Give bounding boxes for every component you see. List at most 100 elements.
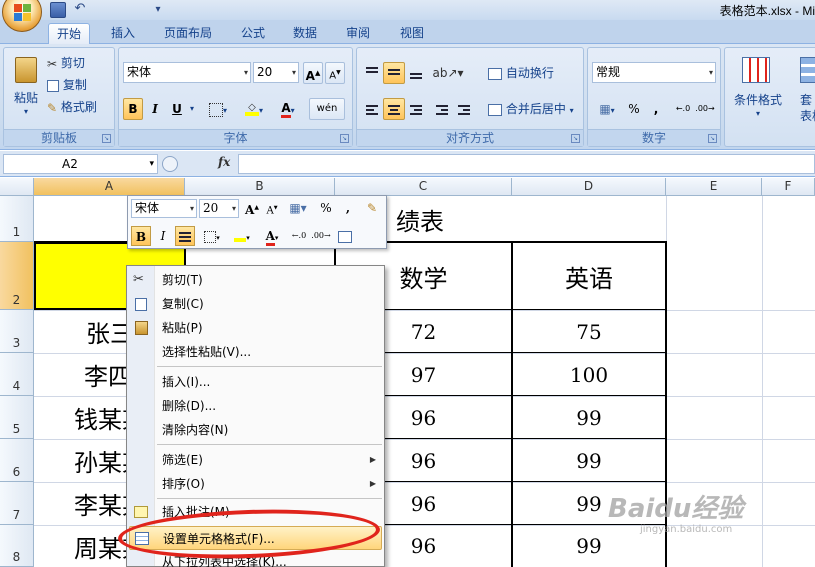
menu-item-delete[interactable]: 删除(D)... [127, 394, 384, 418]
row-header-6[interactable]: 6 [0, 439, 34, 482]
row-header-1[interactable]: 1 [0, 196, 34, 242]
mini-center-align-button[interactable] [175, 226, 195, 246]
mini-decrease-decimal-icon[interactable]: .00→ [311, 226, 331, 246]
bold-button[interactable]: B [123, 98, 143, 120]
dialog-launcher-icon[interactable]: ↘ [102, 134, 111, 143]
align-center-button[interactable] [383, 98, 405, 120]
increase-indent-button[interactable] [453, 98, 475, 120]
borders-button[interactable]: ▾ [203, 98, 233, 120]
row-header-8[interactable]: 8 [0, 525, 34, 567]
menu-item-insert[interactable]: 插入(I)... [127, 370, 384, 394]
comma-style-button[interactable]: , [646, 98, 666, 120]
row-header-5[interactable]: 5 [0, 396, 34, 439]
wrap-text-button[interactable]: 自动换行 [483, 62, 583, 84]
orientation-button[interactable]: ab↗▾ [431, 62, 465, 84]
menu-item-filter[interactable]: 筛选(E) ▶ [127, 448, 384, 472]
mini-fill-color-button[interactable]: ▾ [229, 226, 255, 246]
mini-italic-button[interactable]: I [153, 226, 173, 246]
tab-home[interactable]: 开始 [48, 23, 91, 44]
undo-icon[interactable]: ↶ [72, 2, 88, 18]
column-header-c[interactable]: C [335, 178, 512, 196]
column-header-d[interactable]: D [512, 178, 666, 196]
font-name-combo[interactable]: 宋体 ▾ [123, 62, 251, 83]
customize-quick-access-icon[interactable]: ▾ [150, 2, 166, 18]
cut-button[interactable]: ✂ 剪切 [46, 52, 112, 74]
name-box[interactable]: A2 ▾ [3, 154, 158, 174]
mini-number-format-icon[interactable]: ▦▾ [284, 198, 312, 218]
insert-function-icon[interactable]: fx [218, 155, 230, 169]
column-header-b[interactable]: B [185, 178, 335, 196]
tab-formulas[interactable]: 公式 [233, 23, 273, 44]
dialog-launcher-icon[interactable]: ↘ [340, 134, 349, 143]
row-header-4[interactable]: 4 [0, 353, 34, 396]
menu-item-copy[interactable]: 复制(C) [127, 292, 384, 316]
mini-merge-center-icon[interactable] [335, 226, 355, 246]
mini-increase-decimal-icon[interactable]: ←.0 [289, 226, 309, 246]
column-header-f[interactable]: F [762, 178, 815, 196]
row-header-2[interactable]: 2 [0, 242, 34, 310]
tab-insert[interactable]: 插入 [103, 23, 143, 44]
tab-page-layout[interactable]: 页面布局 [156, 23, 220, 44]
mini-font-name-combo[interactable]: 宋体 ▾ [131, 199, 197, 218]
english-cell[interactable]: 100 [513, 353, 665, 396]
align-bottom-button[interactable] [405, 62, 427, 84]
mini-font-size-combo[interactable]: 20 ▾ [199, 199, 239, 218]
sheet-title[interactable]: 绩表 [380, 196, 460, 242]
fill-color-button[interactable]: ◇ ▾ [239, 98, 269, 120]
menu-item-clear-contents[interactable]: 清除内容(N) [127, 418, 384, 442]
dialog-launcher-icon[interactable]: ↘ [708, 134, 717, 143]
header-english[interactable]: 英语 [513, 243, 665, 309]
merge-center-button[interactable]: 合并后居中 ▾ [483, 98, 583, 120]
accounting-format-button[interactable]: ▦▾ [592, 98, 622, 120]
underline-button[interactable]: U [167, 98, 187, 120]
percent-style-button[interactable]: % [624, 98, 644, 120]
column-header-e[interactable]: E [666, 178, 762, 196]
english-cell[interactable]: 75 [513, 310, 665, 353]
format-painter-button[interactable]: ✎ 格式刷 [46, 96, 112, 118]
dialog-launcher-icon[interactable]: ↘ [571, 134, 580, 143]
save-icon[interactable] [50, 2, 66, 18]
font-size-combo[interactable]: 20 ▾ [253, 62, 299, 83]
italic-button[interactable]: I [145, 98, 165, 120]
phonetic-guide-button[interactable]: wén [309, 98, 345, 120]
align-right-button[interactable] [405, 98, 427, 120]
chevron-down-icon[interactable]: ▾ [187, 98, 197, 120]
shrink-font-button[interactable]: A▼ [325, 62, 345, 84]
menu-item-sort[interactable]: 排序(O) ▶ [127, 472, 384, 496]
conditional-formatting-button[interactable]: 条件格式 ▾ [729, 52, 785, 124]
menu-item-paste[interactable]: 粘贴(P) [127, 316, 384, 340]
mini-shrink-font-icon[interactable]: A▼ [262, 198, 282, 218]
font-color-button[interactable]: A▾ [273, 98, 303, 120]
mini-format-painter-icon[interactable]: ✎ [362, 198, 382, 218]
mini-comma-button[interactable]: , [338, 198, 358, 218]
align-left-button[interactable] [361, 98, 383, 120]
mini-percent-button[interactable]: % [316, 198, 336, 218]
formula-input[interactable] [238, 154, 815, 174]
number-format-combo[interactable]: 常规 ▾ [592, 62, 716, 83]
copy-button[interactable]: 复制 [46, 74, 112, 96]
align-top-button[interactable] [361, 62, 383, 84]
select-all-corner[interactable] [0, 178, 34, 196]
tab-data[interactable]: 数据 [285, 23, 325, 44]
mini-borders-button[interactable]: ▾ [199, 226, 225, 246]
format-as-table-button[interactable]: 套 表格格 [789, 52, 815, 124]
column-header-a[interactable]: A [34, 178, 185, 196]
paste-button[interactable]: 粘贴 ▾ [8, 52, 42, 124]
mini-grow-font-icon[interactable]: A▲ [242, 198, 262, 218]
decrease-decimal-button[interactable]: .00→ [694, 98, 716, 120]
mini-bold-button[interactable]: B [131, 226, 151, 246]
align-middle-button[interactable] [383, 62, 405, 84]
tab-review[interactable]: 审阅 [338, 23, 378, 44]
menu-item-cut[interactable]: ✂ 剪切(T) [127, 268, 384, 292]
english-cell[interactable]: 99 [513, 396, 665, 439]
mini-font-color-button[interactable]: A▾ [259, 226, 285, 246]
font-color-icon: A [265, 229, 275, 246]
decrease-indent-button[interactable] [431, 98, 453, 120]
english-cell[interactable]: 99 [513, 439, 665, 482]
row-header-3[interactable]: 3 [0, 310, 34, 353]
menu-item-paste-special[interactable]: 选择性粘贴(V)... [127, 340, 384, 364]
increase-decimal-button[interactable]: ←.0 [672, 98, 694, 120]
tab-view[interactable]: 视图 [392, 23, 432, 44]
grow-font-button[interactable]: A▲ [303, 62, 323, 84]
row-header-7[interactable]: 7 [0, 482, 34, 525]
